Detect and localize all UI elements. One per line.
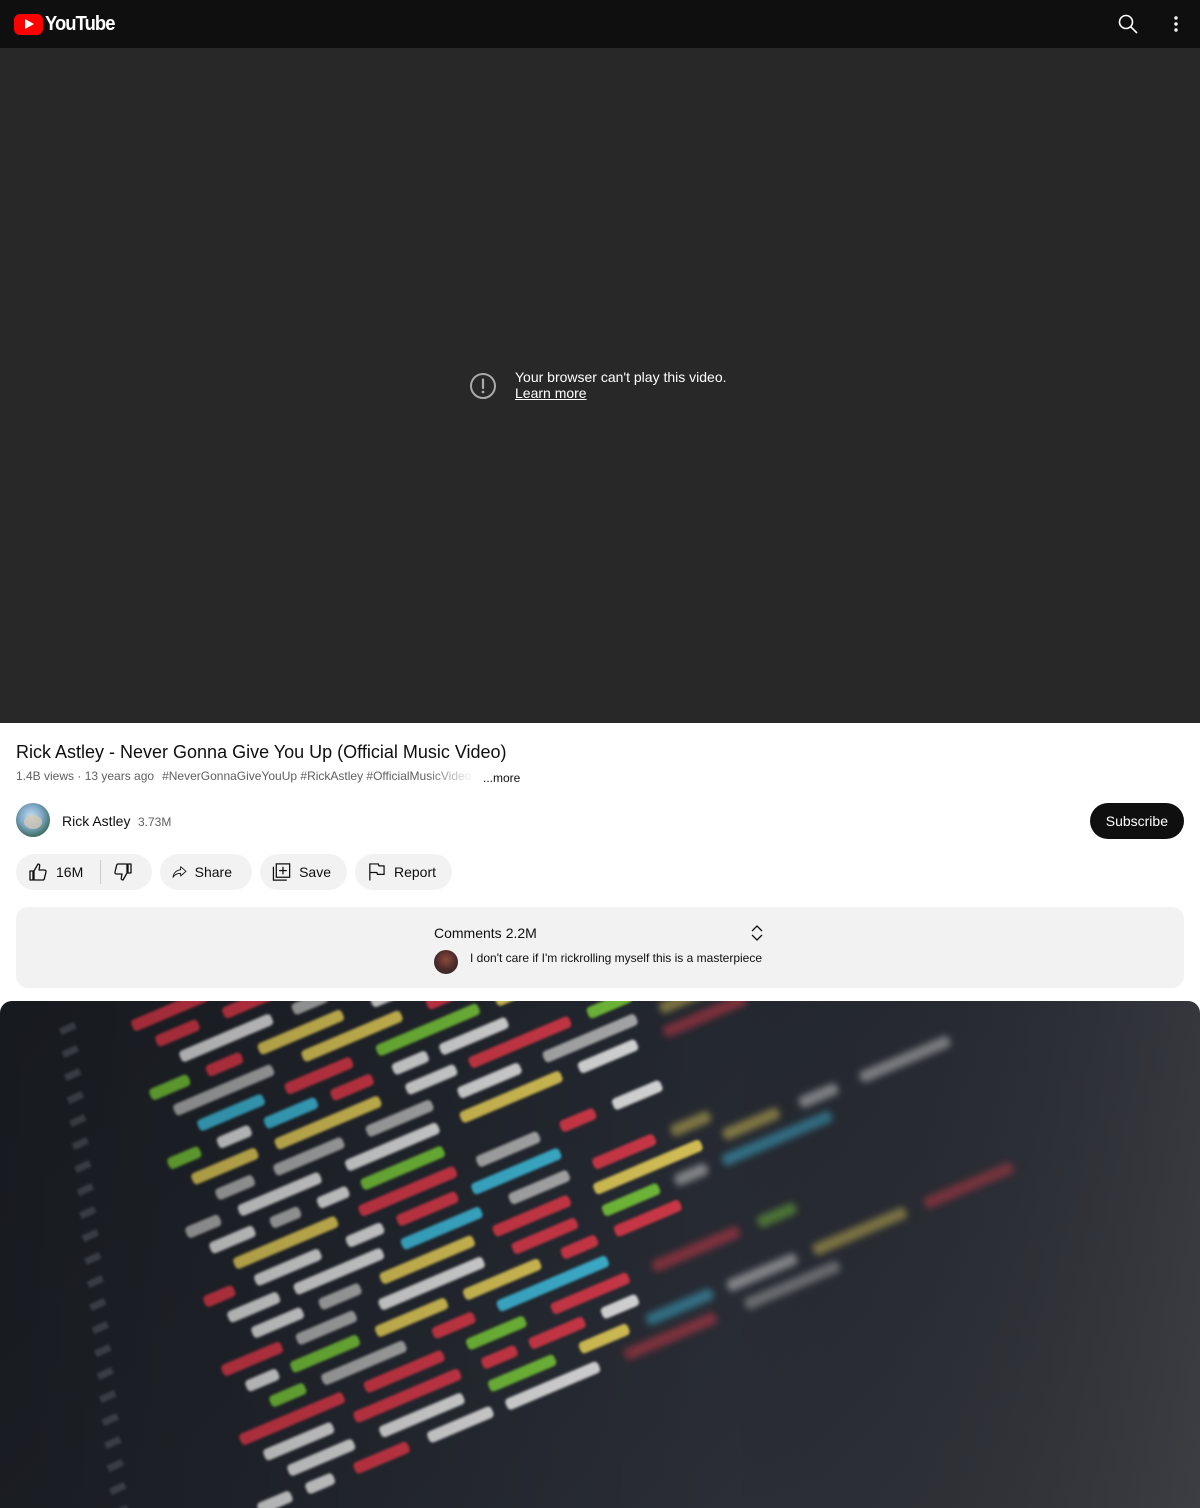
report-label: Report [393,864,436,880]
thumb-up-icon [29,863,47,881]
share-button[interactable]: Share [160,854,252,890]
top-bar: YouTube [0,0,1200,48]
share-label: Share [194,864,232,880]
video-meta[interactable]: 1.4B views · 13 years ago #NeverGonnaGiv… [16,768,520,785]
comments-teaser[interactable]: Comments 2.2M I don't care if I'm rickrol… [16,907,1184,988]
comments-header: Comments 2.2M [434,925,537,941]
share-icon [172,866,187,878]
hashtags[interactable]: #NeverGonnaGiveYouUp #RickAstley #Offici… [162,768,474,784]
like-dislike-group: 16M [16,854,152,890]
like-button[interactable]: 16M [16,854,100,890]
search-icon[interactable] [1116,12,1140,36]
report-button[interactable]: Report [355,854,452,890]
subscriber-count: 3.73M [138,815,172,829]
logo-text: YouTube [45,12,115,35]
commenter-avatar [434,950,458,974]
playlist-add-icon [272,863,291,881]
top-comment-text: I don't care if I'm rickrolling myself t… [470,951,763,965]
more-vert-icon[interactable] [1164,12,1188,36]
code-screenshot-image [0,1001,1200,1508]
player-error: Your browser can't play this video. Lear… [469,369,727,401]
description-more-button[interactable]: ...more [483,770,520,786]
video-title: Rick Astley - Never Gonna Give You Up (O… [16,742,507,762]
alert-circle-icon [470,373,496,399]
like-count: 16M [56,864,84,880]
comments-label: Comments [434,925,502,941]
save-button[interactable]: Save [260,854,347,890]
channel-avatar[interactable] [16,803,50,837]
video-player[interactable]: Your browser can't play this video. Lear… [0,48,1200,723]
views-date: 1.4B views · 13 years ago [16,769,155,783]
learn-more-link[interactable]: Learn more [515,385,727,401]
subscribe-button[interactable]: Subscribe [1089,803,1184,839]
dislike-button[interactable] [101,854,151,890]
save-label: Save [299,864,331,880]
youtube-play-logo-icon [14,13,43,35]
channel-row: Rick Astley 3.73M Subscribe [16,803,1184,839]
unfold-more-icon[interactable] [750,924,764,942]
channel-name[interactable]: Rick Astley [62,813,130,829]
code-lines-illustration [0,1001,1200,1508]
comments-count: 2.2M [505,925,537,941]
error-message: Your browser can't play this video. [515,369,727,385]
thumb-down-icon [114,863,132,881]
action-bar: 16M Share Save Report [16,854,460,890]
youtube-logo[interactable]: YouTube [14,12,121,36]
flag-icon [369,863,385,881]
